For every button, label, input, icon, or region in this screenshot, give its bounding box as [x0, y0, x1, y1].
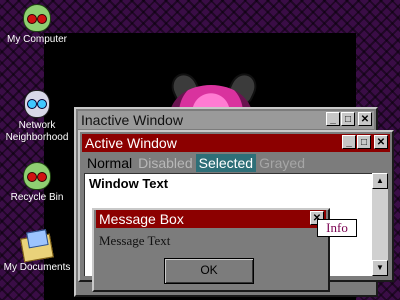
active-window-titlebar[interactable]: Active Window _ □ ✕ — [82, 134, 390, 152]
maximize-button[interactable]: □ — [357, 135, 371, 149]
desktop-icon-label: My Documents — [3, 262, 71, 273]
zim-icon — [23, 162, 51, 190]
desktop-icon-my-documents[interactable]: My Documents — [0, 233, 77, 274]
gir-icon — [24, 90, 50, 118]
zim-icon — [23, 4, 51, 32]
message-box-title: Message Box — [99, 211, 184, 227]
maximize-button[interactable]: □ — [341, 112, 355, 126]
menu-item-selected[interactable]: Selected — [195, 154, 257, 172]
folder-icon — [20, 233, 54, 263]
desktop-icon-label: Recycle Bin — [10, 192, 64, 203]
ok-button[interactable]: OK — [164, 258, 254, 284]
active-window-title: Active Window — [85, 135, 177, 151]
inactive-window-title: Inactive Window — [81, 112, 183, 128]
menu-bar: Normal Disabled Selected Grayed — [84, 154, 308, 172]
menu-item-normal[interactable]: Normal — [84, 154, 135, 172]
menu-item-disabled: Disabled — [138, 155, 193, 171]
desktop-icon-label: My Computer — [6, 34, 67, 45]
minimize-button[interactable]: _ — [326, 112, 340, 126]
menu-item-grayed: Grayed — [259, 155, 306, 171]
vertical-scrollbar[interactable]: ▲ ▼ — [372, 173, 388, 276]
desktop-icon-recycle-bin[interactable]: Recycle Bin — [0, 162, 77, 204]
info-tooltip: Info — [317, 219, 357, 237]
desktop-icon-label: Network Neighborhood — [5, 120, 69, 143]
message-box[interactable]: Message Box ✕ Message Text OK — [92, 208, 330, 292]
scroll-down-arrow-icon[interactable]: ▼ — [372, 260, 388, 276]
message-text: Message Text — [99, 233, 171, 248]
desktop-icon-network-neighborhood[interactable]: Network Neighborhood — [0, 90, 77, 144]
minimize-button[interactable]: _ — [342, 135, 356, 149]
inactive-window-titlebar[interactable]: Inactive Window _ □ ✕ — [78, 111, 374, 129]
window-text: Window Text — [89, 176, 169, 191]
message-box-titlebar[interactable]: Message Box ✕ — [96, 210, 326, 228]
desktop-icon-my-computer[interactable]: My Computer — [0, 4, 77, 46]
close-button[interactable]: ✕ — [374, 135, 388, 149]
scroll-up-arrow-icon[interactable]: ▲ — [372, 173, 388, 189]
close-button[interactable]: ✕ — [358, 112, 372, 126]
